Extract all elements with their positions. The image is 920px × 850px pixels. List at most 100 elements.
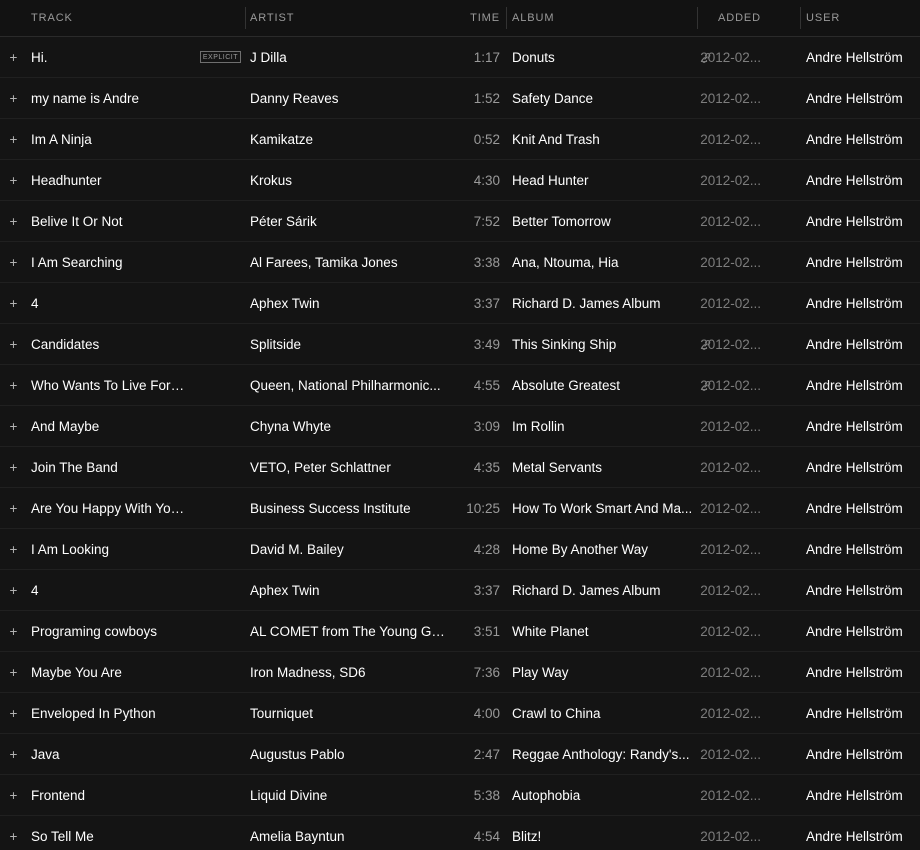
table-row[interactable]: + Java Augustus Pablo 2:47 Reggae Anthology:… (0, 734, 920, 775)
track-user[interactable]: Andre Hellström (806, 734, 920, 775)
track-artist[interactable]: Amelia Bayntun (250, 816, 446, 850)
track-title[interactable]: Join The Band (31, 447, 191, 488)
track-album[interactable]: Crawl to China (512, 693, 695, 734)
column-header-artist[interactable]: ARTIST (250, 0, 294, 37)
track-user[interactable]: Andre Hellström (806, 160, 920, 201)
add-track-icon[interactable]: + (0, 447, 27, 488)
track-title[interactable]: Enveloped In Python (31, 693, 191, 734)
track-title[interactable]: I Am Looking (31, 529, 191, 570)
track-album[interactable]: Autophobia (512, 775, 695, 816)
table-row[interactable]: + Enveloped In Python Tourniquet 4:00 Crawl … (0, 693, 920, 734)
track-user[interactable]: Andre Hellström (806, 78, 920, 119)
track-artist[interactable]: Aphex Twin (250, 570, 446, 611)
add-track-icon[interactable]: + (0, 365, 27, 406)
track-album[interactable]: Ana, Ntouma, Hia (512, 242, 695, 283)
track-album[interactable]: Better Tomorrow (512, 201, 695, 242)
track-album[interactable]: Play Way (512, 652, 695, 693)
track-artist[interactable]: J Dilla (250, 37, 446, 78)
track-title[interactable]: Maybe You Are (31, 652, 191, 693)
track-album[interactable]: Metal Servants (512, 447, 695, 488)
column-header-track[interactable]: TRACK (31, 0, 73, 37)
add-track-icon[interactable]: + (0, 324, 27, 365)
track-artist[interactable]: Iron Madness, SD6 (250, 652, 446, 693)
table-row[interactable]: + my name is Andre Danny Reaves 1:52 Safety … (0, 78, 920, 119)
track-title[interactable]: Who Wants To Live Forever - Edit (31, 365, 191, 406)
track-user[interactable]: Andre Hellström (806, 611, 920, 652)
track-user[interactable]: Andre Hellström (806, 406, 920, 447)
track-title[interactable]: Candidates (31, 324, 191, 365)
track-user[interactable]: Andre Hellström (806, 324, 920, 365)
track-title[interactable]: Are You Happy With Your Current... (31, 488, 191, 529)
track-user[interactable]: Andre Hellström (806, 693, 920, 734)
table-row[interactable]: + So Tell Me Amelia Bayntun 4:54 Blitz! 2012-… (0, 816, 920, 850)
table-row[interactable]: + Join The Band VETO, Peter Schlattner 4:35… (0, 447, 920, 488)
track-title[interactable]: Belive It Or Not (31, 201, 191, 242)
column-header-user[interactable]: USER (806, 0, 840, 37)
track-artist[interactable]: Liquid Divine (250, 775, 446, 816)
add-track-icon[interactable]: + (0, 37, 27, 78)
table-row[interactable]: + Frontend Liquid Divine 5:38 Autophobia 2012… (0, 775, 920, 816)
track-album[interactable]: Donuts (512, 37, 695, 78)
track-title[interactable]: Headhunter (31, 160, 191, 201)
track-artist[interactable]: Aphex Twin (250, 283, 446, 324)
track-artist[interactable]: Krokus (250, 160, 446, 201)
add-track-icon[interactable]: + (0, 570, 27, 611)
track-album[interactable]: Head Hunter (512, 160, 695, 201)
table-row[interactable]: +Are You Happy With Your Current... Busin… (0, 488, 920, 529)
track-album[interactable]: Im Rollin (512, 406, 695, 447)
add-track-icon[interactable]: + (0, 160, 27, 201)
track-artist[interactable]: Business Success Institute (250, 488, 446, 529)
add-track-icon[interactable]: + (0, 488, 27, 529)
track-title[interactable]: 4 (31, 283, 191, 324)
add-track-icon[interactable]: + (0, 283, 27, 324)
add-track-icon[interactable]: + (0, 529, 27, 570)
track-user[interactable]: Andre Hellström (806, 37, 920, 78)
track-user[interactable]: Andre Hellström (806, 488, 920, 529)
add-track-icon[interactable]: + (0, 406, 27, 447)
track-artist[interactable]: Splitside (250, 324, 446, 365)
track-user[interactable]: Andre Hellström (806, 816, 920, 850)
track-artist[interactable]: Augustus Pablo (250, 734, 446, 775)
table-row[interactable]: + Belive It Or Not Péter Sárik 7:52 Better T… (0, 201, 920, 242)
track-album[interactable]: Safety Dance (512, 78, 695, 119)
track-album[interactable]: How To Work Smart And Ma... (512, 488, 695, 529)
track-album[interactable]: White Planet (512, 611, 695, 652)
track-album[interactable]: Reggae Anthology: Randy's... (512, 734, 695, 775)
table-row[interactable]: + Im A Ninja Kamikatze 0:52 Knit And Trash 20… (0, 119, 920, 160)
track-title[interactable]: I Am Searching (31, 242, 191, 283)
table-row[interactable]: + Hi. EXPLICIT J Dilla 1:17 Donuts 2012-02... A… (0, 37, 920, 78)
track-user[interactable]: Andre Hellström (806, 119, 920, 160)
add-track-icon[interactable]: + (0, 78, 27, 119)
track-artist[interactable]: AL COMET from The Young Go... (250, 611, 446, 652)
track-title[interactable]: And Maybe (31, 406, 191, 447)
track-title[interactable]: Java (31, 734, 191, 775)
track-artist[interactable]: Kamikatze (250, 119, 446, 160)
track-user[interactable]: Andre Hellström (806, 652, 920, 693)
track-album[interactable]: Absolute Greatest (512, 365, 695, 406)
track-user[interactable]: Andre Hellström (806, 447, 920, 488)
add-track-icon[interactable]: + (0, 611, 27, 652)
track-user[interactable]: Andre Hellström (806, 201, 920, 242)
table-row[interactable]: +4 Aphex Twin 3:37 Richard D. James Album 20… (0, 570, 920, 611)
track-album[interactable]: Blitz! (512, 816, 695, 850)
track-album[interactable]: Richard D. James Album (512, 570, 695, 611)
add-track-icon[interactable]: + (0, 775, 27, 816)
table-row[interactable]: + And Maybe Chyna Whyte 3:09 Im Rollin 2012-0… (0, 406, 920, 447)
track-artist[interactable]: Péter Sárik (250, 201, 446, 242)
track-album[interactable]: This Sinking Ship (512, 324, 695, 365)
track-user[interactable]: Andre Hellström (806, 529, 920, 570)
track-title[interactable]: Hi. (31, 37, 191, 78)
track-artist[interactable]: Chyna Whyte (250, 406, 446, 447)
column-header-added[interactable]: ADDED (681, 0, 761, 37)
track-title[interactable]: Programing cowboys (31, 611, 191, 652)
table-row[interactable]: + Candidates Splitside 3:49 This Sinking Shi… (0, 324, 920, 365)
track-user[interactable]: Andre Hellström (806, 365, 920, 406)
table-row[interactable]: +Who Wants To Live Forever - Edit Queen, … (0, 365, 920, 406)
track-user[interactable]: Andre Hellström (806, 283, 920, 324)
add-track-icon[interactable]: + (0, 201, 27, 242)
track-user[interactable]: Andre Hellström (806, 570, 920, 611)
add-track-icon[interactable]: + (0, 734, 27, 775)
track-title[interactable]: Im A Ninja (31, 119, 191, 160)
column-header-time[interactable]: TIME (440, 0, 500, 37)
track-artist[interactable]: VETO, Peter Schlattner (250, 447, 446, 488)
